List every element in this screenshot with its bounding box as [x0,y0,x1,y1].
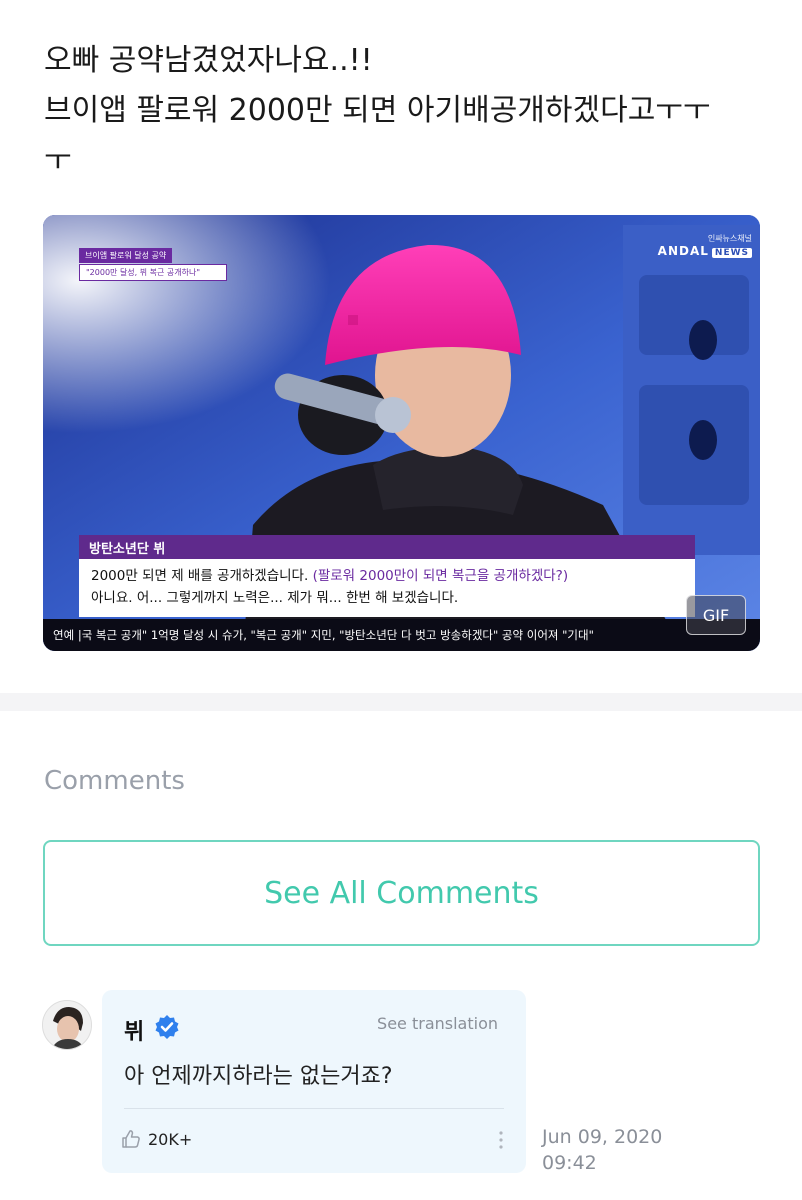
comment-date: Jun 09, 2020 [542,1126,663,1148]
comment-time: 09:42 [542,1152,597,1174]
channel-logo-text: ANDAL [657,244,709,258]
post-text: 오빠 공약남겼었자나요..!! 브이앱 팔로워 2000만 되면 아기배공개하겠… [44,36,774,186]
subtitle-box: 2000만 되면 제 배를 공개하겠습니다. (팔로워 2000만이 되면 복근… [79,559,695,617]
gif-badge[interactable]: GIF [686,595,746,635]
channel-logo-news: NEWS [711,248,752,258]
see-translation-link[interactable]: See translation [377,1014,498,1033]
news-badge-bottom: "2000만 달성, 뷔 복근 공개하나" [79,264,227,281]
comment-timestamp: Jun 09, 2020 09:42 [542,1124,662,1176]
post-text-line-2: 브이앱 팔로워 2000만 되면 아기배공개하겠다고ㅜㅜ [44,93,711,128]
comment-author[interactable]: 뷔 [124,1014,144,1046]
subtitle-line-1-main: 2000만 되면 제 배를 공개하겠습니다. [91,568,309,584]
news-ticker: 연예 |국 복근 공개" 1억명 달성 시 슈가, "복근 공개" 지민, "방… [43,619,760,651]
subtitle-line-2: 아니요. 어... 그렇게까지 노력은... 제가 뭐... 한번 해 보겠습니… [91,590,459,606]
subtitle-line-1: 2000만 되면 제 배를 공개하겠습니다. (팔로워 2000만이 되면 복근… [91,565,683,587]
comment-text: 아 언제까지하라는 없는거죠? [124,1064,393,1089]
like-count: 20K+ [148,1130,193,1149]
channel-logo: 인싸뉴스채널 ANDAL NEWS [658,233,752,258]
section-divider [0,693,802,711]
subtitle-line-1-highlight: (팔로워 2000만이 되면 복근을 공개하겠다?) [308,568,569,584]
see-all-comments-button[interactable]: See All Comments [43,840,760,946]
verified-badge-icon [155,1015,179,1039]
thumbs-up-icon[interactable] [120,1128,142,1150]
avatar[interactable] [42,1000,92,1050]
comment-divider [124,1108,504,1109]
avatar-image [43,1001,91,1049]
post-text-line-3: ㅜ [44,143,72,178]
post-text-line-1: 오빠 공약남겼었자나요..!! [44,43,373,78]
more-vertical-icon[interactable] [498,1130,504,1150]
post-media-gif[interactable]: 브이앱 팔로워 달성 공약 "2000만 달성, 뷔 복근 공개하나" 인싸뉴스… [43,215,760,651]
news-badge-top: 브이앱 팔로워 달성 공약 [79,248,173,263]
comments-heading: Comments [44,766,185,796]
news-badge: 브이앱 팔로워 달성 공약 "2000만 달성, 뷔 복근 공개하나" [79,243,227,281]
comment-bubble: 뷔 See translation 아 언제까지하라는 없는거죠? 20K+ [102,990,526,1173]
channel-logo-main: ANDAL NEWS [658,244,752,258]
channel-logo-sub: 인싸뉴스채널 [707,234,752,243]
speaker-caption: 방탄소년단 뷔 [79,535,695,559]
